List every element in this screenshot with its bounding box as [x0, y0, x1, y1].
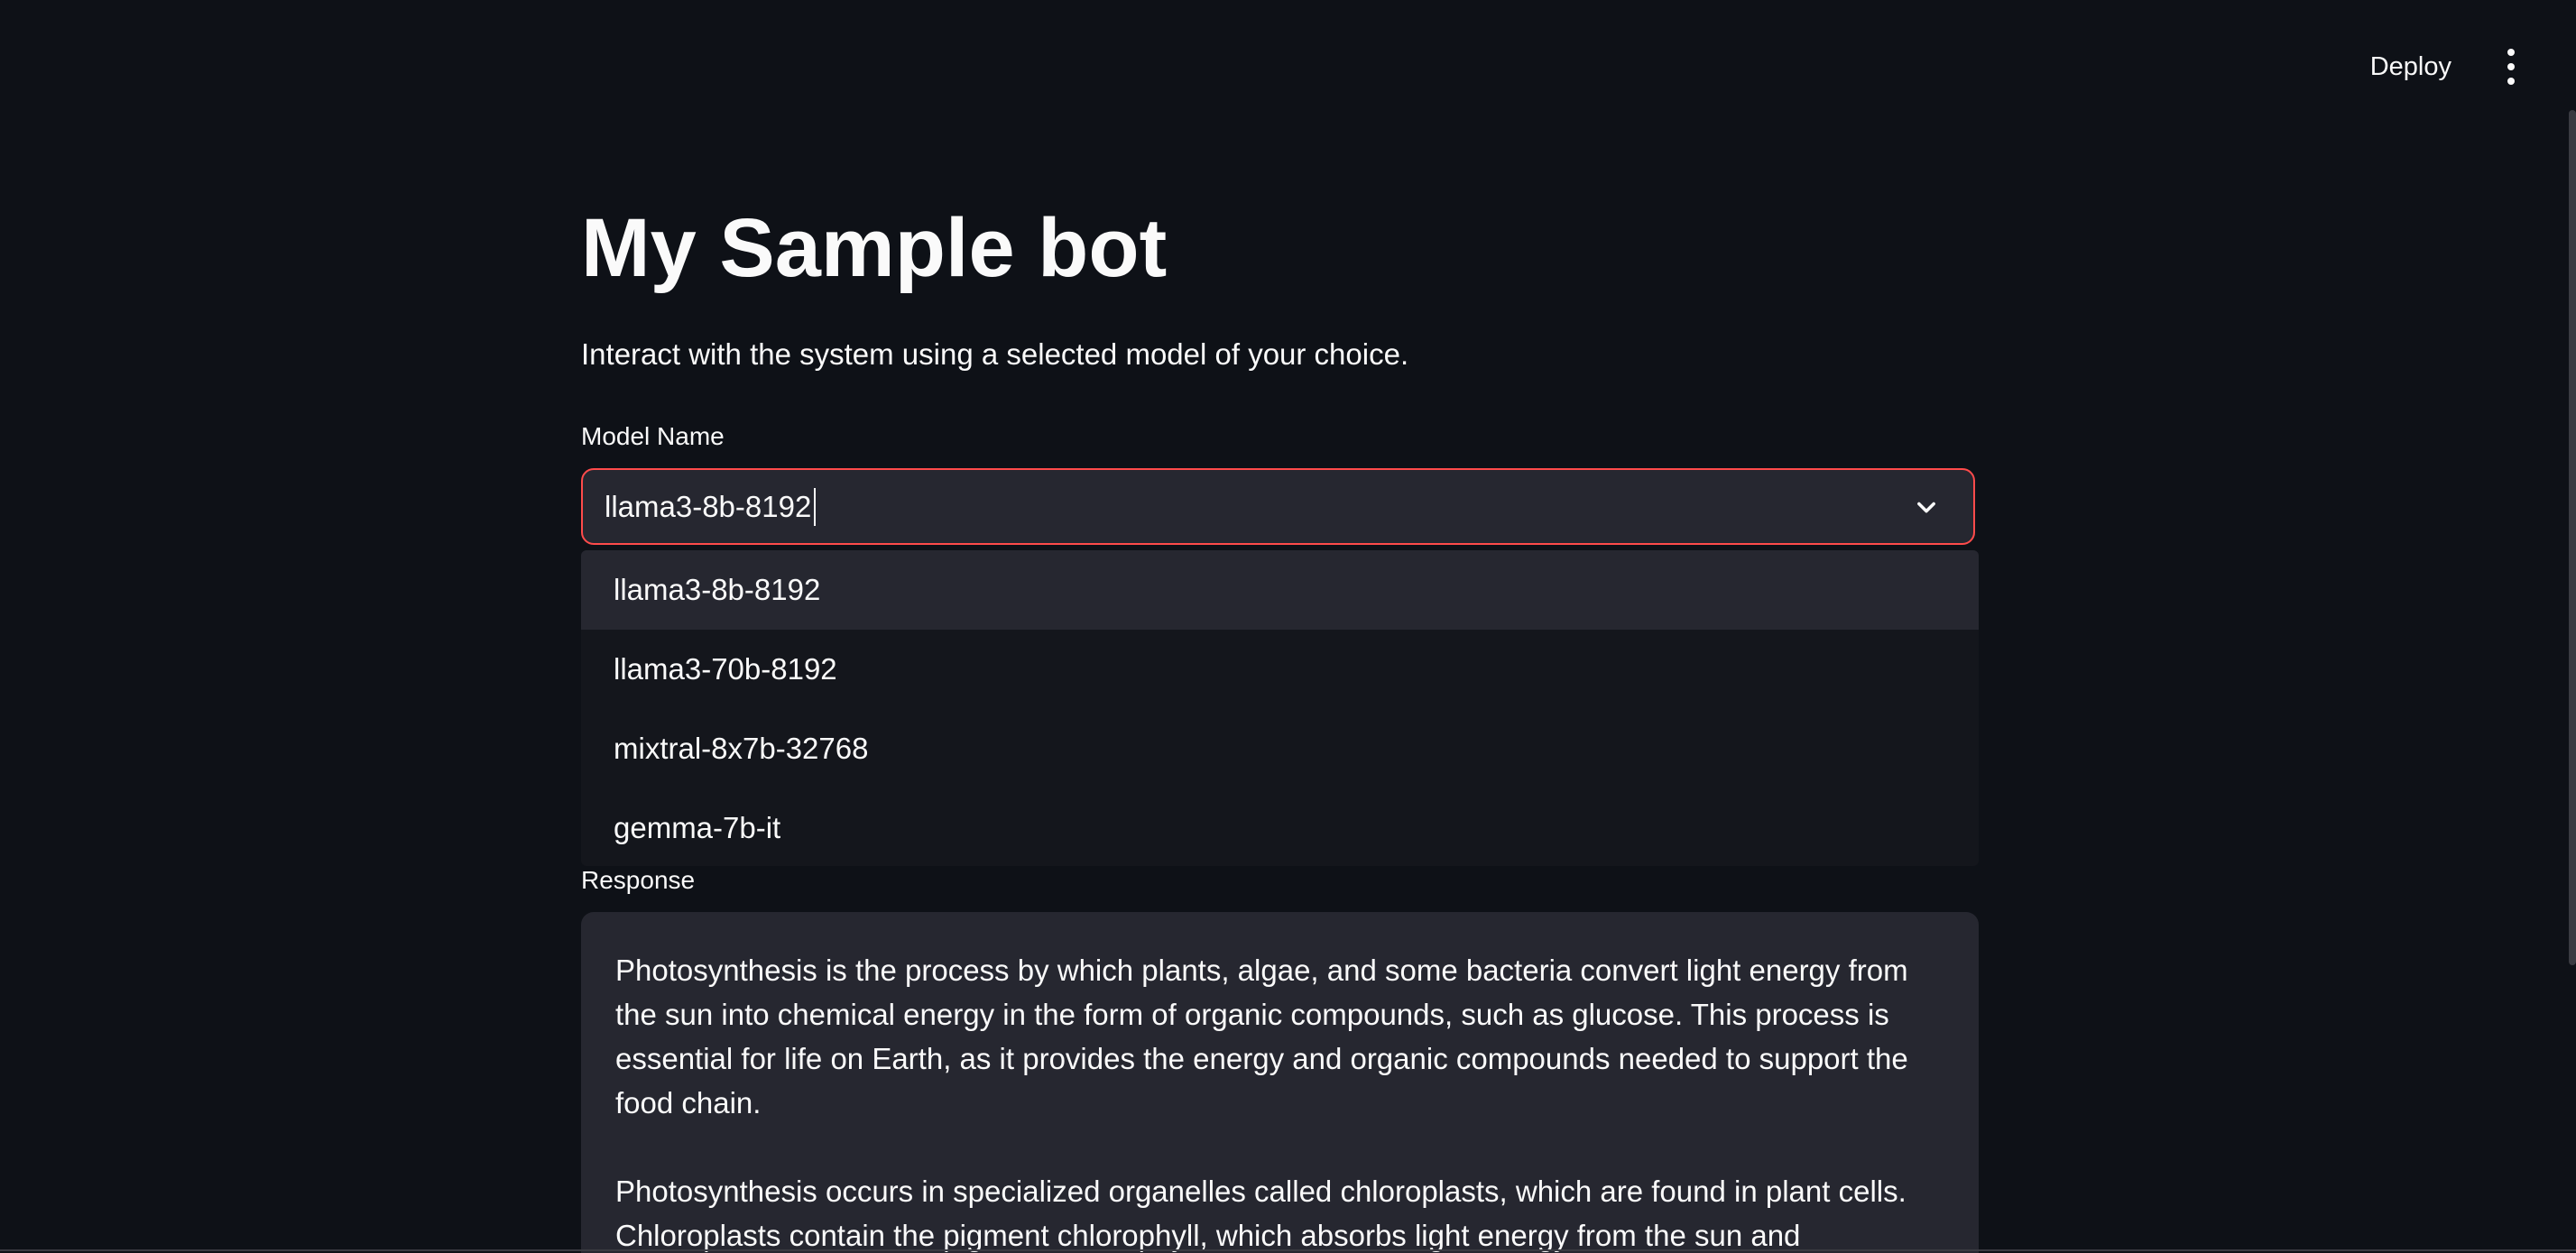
top-toolbar: Deploy: [2356, 0, 2576, 134]
model-select-input[interactable]: llama3-8b-8192: [605, 490, 811, 524]
response-text-area[interactable]: Photosynthesis is the process by which p…: [581, 912, 1979, 1253]
model-option[interactable]: llama3-8b-8192: [581, 550, 1979, 630]
menu-dot: [2507, 63, 2515, 70]
page-subtitle: Interact with the system using a selecte…: [581, 337, 1409, 371]
model-option[interactable]: mixtral-8x7b-32768: [581, 709, 1979, 788]
deploy-button[interactable]: Deploy: [2356, 41, 2466, 93]
menu-dot: [2507, 49, 2515, 56]
model-option[interactable]: gemma-7b-it: [581, 788, 1979, 866]
menu-dot: [2507, 78, 2515, 85]
app-page: Deploy My Sample bot Interact with the s…: [0, 0, 2576, 1253]
vertical-ellipsis-icon[interactable]: [2502, 43, 2520, 90]
model-select[interactable]: llama3-8b-8192: [581, 468, 1975, 545]
model-name-label: Model Name: [581, 422, 725, 450]
response-paragraph: Photosynthesis occurs in specialized org…: [615, 1175, 1907, 1252]
page-title: My Sample bot: [581, 202, 1168, 294]
model-option[interactable]: llama3-70b-8192: [581, 630, 1979, 709]
page-scrollbar[interactable]: [2569, 110, 2576, 965]
bottom-divider: [0, 1249, 2576, 1251]
response-label: Response: [581, 866, 696, 894]
text-cursor: [814, 487, 817, 526]
model-options-dropdown: llama3-8b-8192 llama3-70b-8192 mixtral-8…: [581, 550, 1979, 866]
chevron-down-icon[interactable]: [1914, 494, 1939, 520]
response-paragraph: Photosynthesis is the process by which p…: [615, 954, 1908, 1119]
